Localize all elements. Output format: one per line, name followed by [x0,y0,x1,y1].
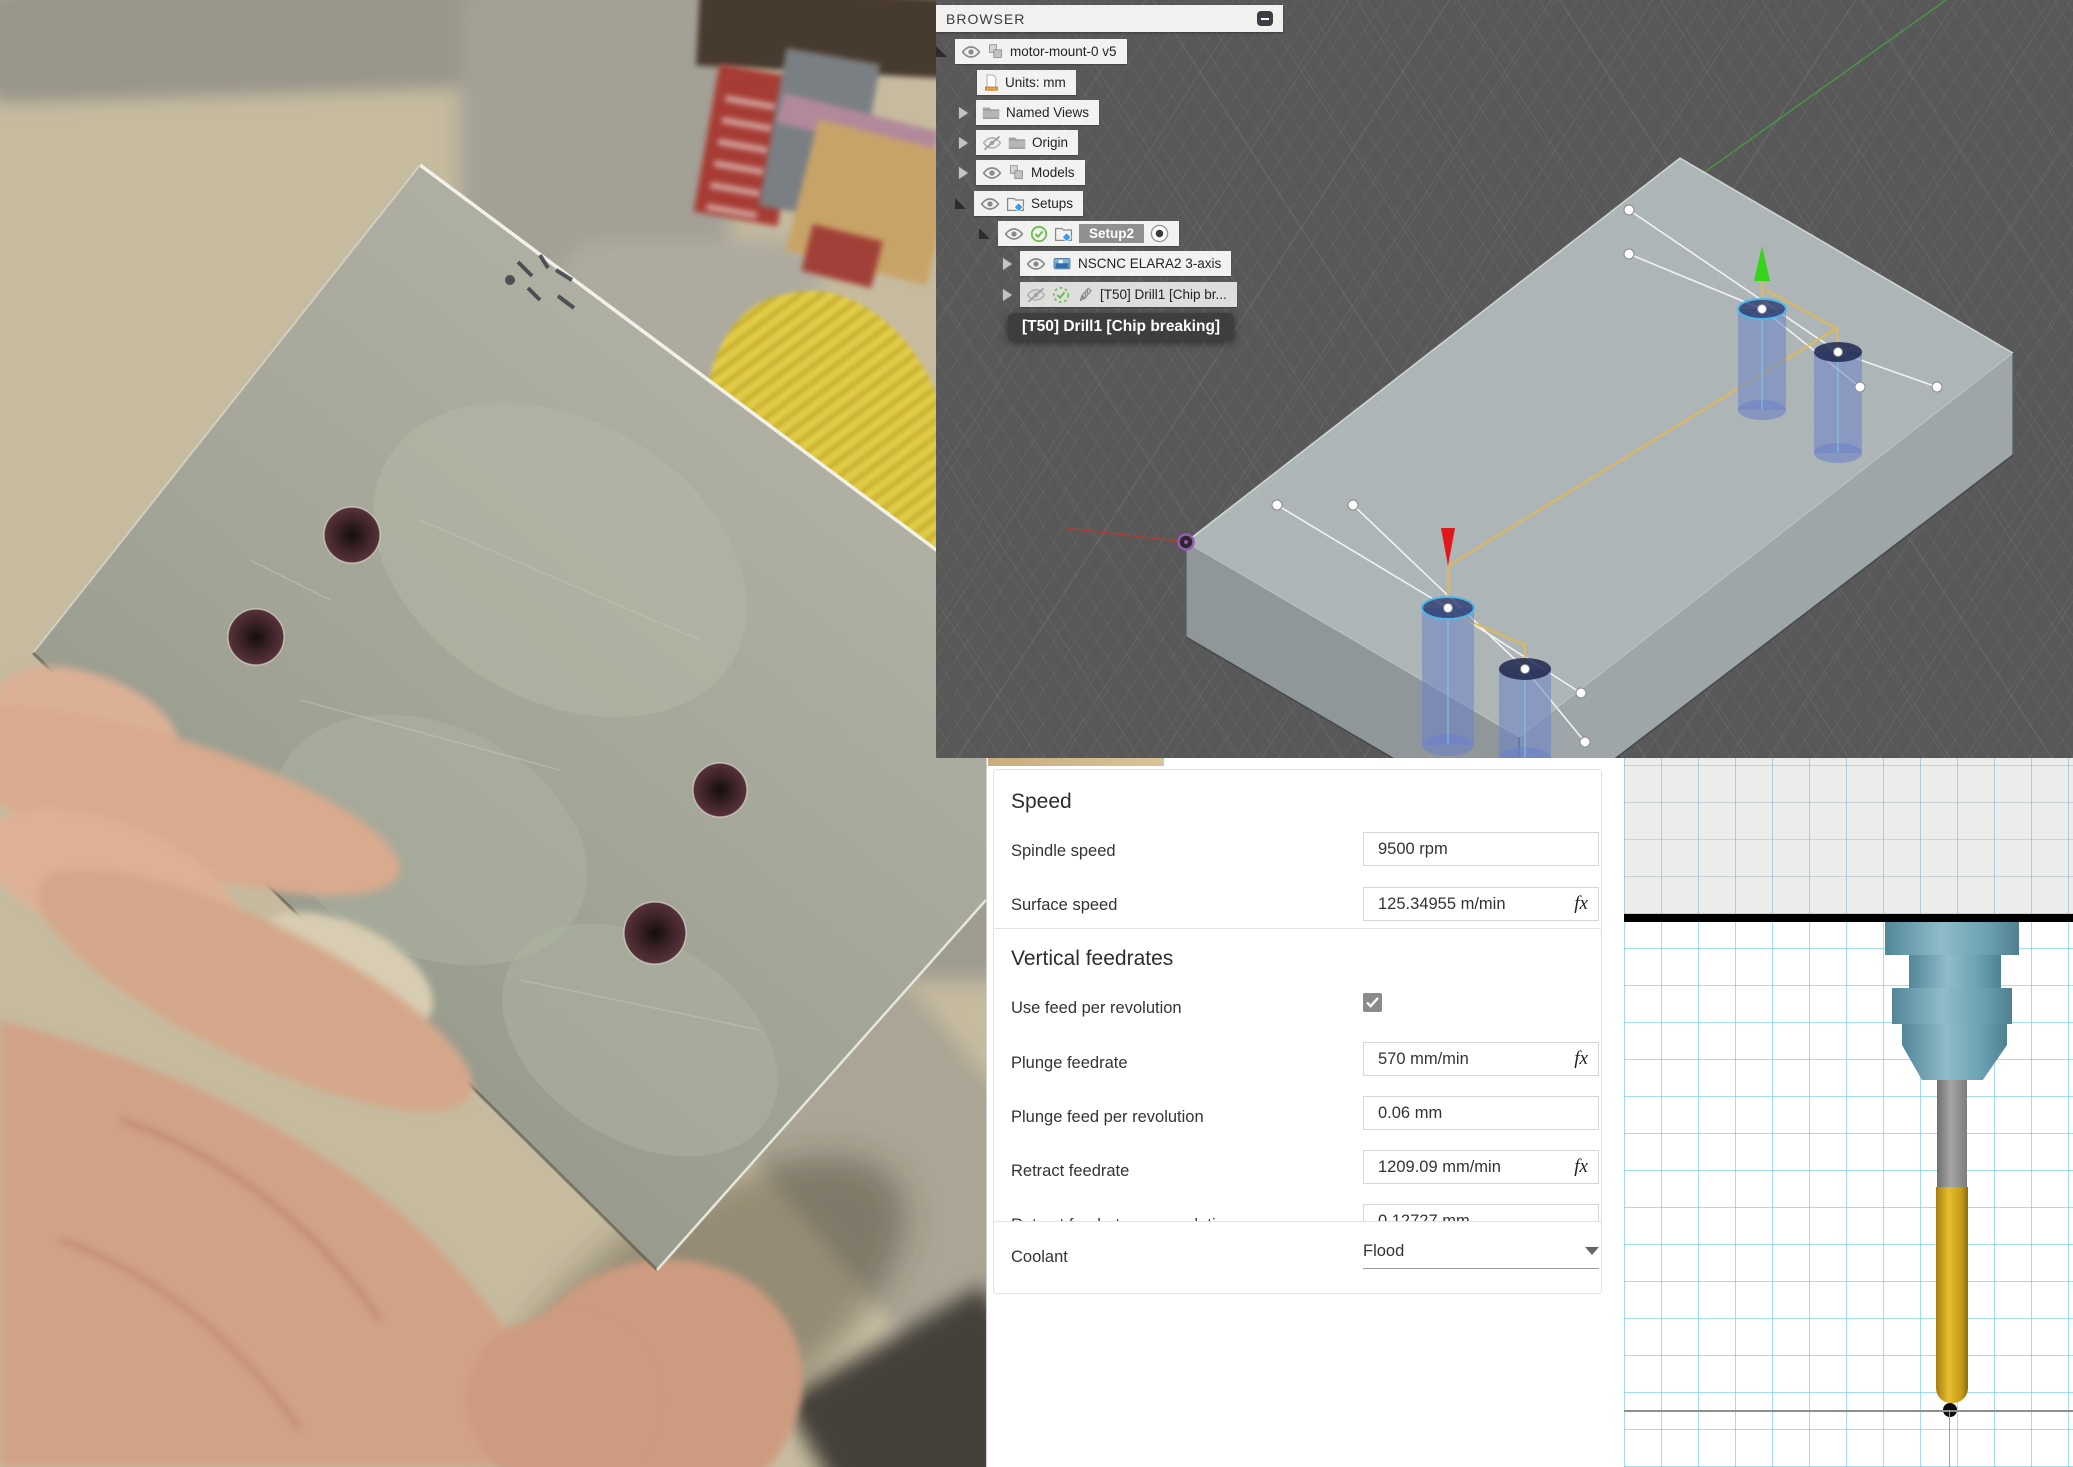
screenshot: BROWSER motor-mount-0 v5 Units: mm [0,0,2073,1467]
tree-row-named-views[interactable]: Named Views [959,100,1099,125]
fx-expression-icon[interactable]: fx [1574,1048,1588,1070]
plunge-feed-per-revolution-label: Plunge feed per revolution [1011,1108,1204,1127]
folder-icon [1008,135,1026,150]
drill-bit [1936,1187,1968,1403]
use-feed-per-revolution-checkbox[interactable] [1363,993,1382,1012]
browser-header: BROWSER [936,5,1283,32]
cnc-machine-icon [1052,256,1072,272]
check-circle-dashed-icon [1052,286,1070,304]
stock-slab [1186,158,2013,758]
photo-plate-and-hand [0,0,986,1467]
tree-label: Units: mm [1005,75,1066,90]
eye-icon[interactable] [982,166,1002,180]
tool-length-line [1624,1410,2073,1412]
collapsed-triangle-icon[interactable] [959,137,968,149]
section-title: Vertical feedrates [1011,947,1173,971]
operation-tooltip: [T50] Drill1 [Chip breaking] [1008,313,1234,341]
fx-expression-icon[interactable]: fx [1574,893,1588,915]
spindle-speed-input[interactable]: 9500 rpm [1363,832,1599,866]
panel-gap [1606,758,1624,1467]
eye-icon[interactable] [980,197,1000,211]
tree-label: NSCNC ELARA2 3-axis [1078,256,1221,271]
document-icon [983,74,999,92]
tree-label: Setups [1031,196,1073,211]
origin-marker [1179,535,1194,550]
setup-folder-icon [1006,196,1025,212]
tree-row-setup2[interactable]: Setup2 [979,221,1179,246]
collapsed-triangle-icon[interactable] [1003,289,1012,301]
spindle-speed-value: 9500 rpm [1378,840,1588,859]
tool-preview-holder-zone [1624,758,2073,914]
tool-holder-step [1892,988,2012,1024]
tool-preview[interactable] [1624,758,2073,1467]
retract-feedrate-label: Retract feedrate [1011,1162,1129,1181]
collapsed-triangle-icon[interactable] [959,107,968,119]
section-title: Speed [1011,790,1072,814]
eye-slash-icon[interactable] [1026,287,1046,303]
eye-icon[interactable] [1004,227,1024,241]
plunge-feedrate-input[interactable]: 570 mm/min fx [1363,1042,1599,1076]
eye-icon[interactable] [961,45,981,59]
chevron-down-icon [1585,1247,1599,1255]
tree-row-drill-operation[interactable]: [T50] Drill1 [Chip br... [1003,282,1237,307]
coolant-dropdown[interactable]: Flood [1363,1234,1599,1269]
retract-feedrate-value: 1209.09 mm/min [1378,1158,1574,1177]
folder-icon [982,105,1000,120]
coolant-value: Flood [1363,1242,1585,1261]
selected-setup-label[interactable]: Setup2 [1079,224,1144,243]
tree-row-origin[interactable]: Origin [959,130,1078,155]
radio-target-icon[interactable] [1150,224,1169,243]
component-icon [1008,164,1025,181]
use-feed-per-revolution-label: Use feed per revolution [1011,999,1182,1018]
tree-label: Named Views [1006,105,1089,120]
browser-collapse-button[interactable] [1257,11,1273,26]
tool-preview-gauge-line [1624,914,2073,922]
photo-plate-in-hand [0,0,986,1467]
expand-triangle-icon[interactable] [979,228,990,239]
tree-row-root[interactable]: motor-mount-0 v5 [936,39,1127,64]
photo-sliver [988,758,1164,766]
coolant-section: Coolant Flood [993,1221,1602,1294]
operation-settings-panel: Speed Spindle speed 9500 rpm Surface spe… [986,758,1606,1467]
drill-tool-icon [1076,286,1094,304]
expand-triangle-icon[interactable] [955,198,966,209]
eye-slash-icon[interactable] [982,135,1002,151]
surface-speed-input[interactable]: 125.34955 m/min fx [1363,887,1599,921]
browser-title: BROWSER [946,11,1025,27]
tree-label: motor-mount-0 v5 [1010,44,1117,59]
surface-speed-label: Surface speed [1011,896,1117,915]
tool-shank [1937,1080,1967,1187]
surface-speed-value: 125.34955 m/min [1378,895,1574,914]
tree-row-models[interactable]: Models [959,160,1085,185]
tree-row-setups[interactable]: Setups [955,191,1083,216]
collapsed-triangle-icon[interactable] [1003,258,1012,270]
tool-axis-line [1949,1410,1950,1467]
setup-folder-icon [1054,226,1073,242]
tree-row-units[interactable]: Units: mm [977,70,1076,95]
tree-label: [T50] Drill1 [Chip br... [1100,287,1227,302]
tree-label: Models [1031,165,1075,180]
scene-3d [936,0,2073,758]
speed-section: Speed Spindle speed 9500 rpm Surface spe… [993,769,1602,931]
retract-feedrate-input[interactable]: 1209.09 mm/min fx [1363,1150,1599,1184]
tree-label: Origin [1032,135,1068,150]
tool-holder-step [1909,955,2001,988]
plunge-feed-per-revolution-value: 0.06 mm [1378,1104,1588,1123]
tree-row-machine[interactable]: NSCNC ELARA2 3-axis [1003,251,1231,276]
vertical-feedrates-section: Vertical feedrates Use feed per revoluti… [993,928,1602,1251]
plunge-feedrate-value: 570 mm/min [1378,1050,1574,1069]
component-icon [987,43,1004,60]
fx-expression-icon[interactable]: fx [1574,1156,1588,1178]
check-circle-icon [1030,225,1048,243]
eye-icon[interactable] [1026,257,1046,271]
spindle-speed-label: Spindle speed [1011,842,1116,861]
plunge-feedrate-label: Plunge feedrate [1011,1054,1128,1073]
collapsed-triangle-icon[interactable] [959,167,968,179]
viewport-3d[interactable]: BROWSER motor-mount-0 v5 Units: mm [936,0,2073,758]
tool-holder-step [1902,1024,2007,1045]
plunge-feed-per-revolution-input[interactable]: 0.06 mm [1363,1096,1599,1130]
expand-triangle-icon[interactable] [936,46,947,57]
tool-holder [1885,922,2019,955]
coolant-label: Coolant [1011,1248,1068,1267]
